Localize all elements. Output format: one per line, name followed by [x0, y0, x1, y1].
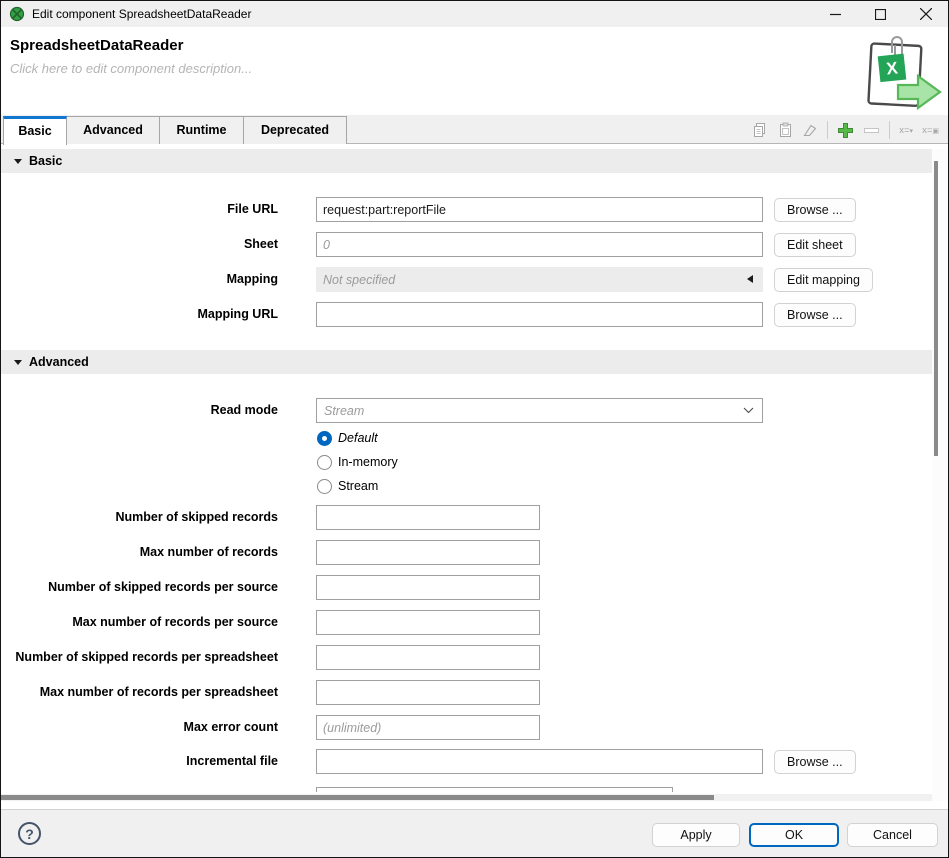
tab-runtime[interactable]: Runtime — [159, 116, 244, 144]
dialog-window: Edit component SpreadsheetDataReader Spr… — [0, 0, 949, 858]
mapping-url-label: Mapping URL — [1, 302, 278, 327]
mapping-label: Mapping — [1, 267, 278, 292]
radio-default-label: Default — [338, 431, 378, 445]
vertical-scrollbar[interactable] — [932, 149, 948, 801]
max-per-spreadsheet-input[interactable] — [316, 680, 540, 705]
ok-button[interactable]: OK — [749, 823, 839, 847]
component-description-placeholder[interactable]: Click here to edit component description… — [10, 61, 252, 76]
collapse-arrow-icon — [14, 360, 22, 365]
skipped-records-input[interactable] — [316, 505, 540, 530]
read-mode-select[interactable]: Stream — [316, 398, 763, 423]
apply-button[interactable]: Apply — [652, 823, 740, 847]
toolbar-separator — [827, 121, 828, 139]
component-icon — [9, 6, 25, 22]
minimize-icon — [830, 9, 841, 20]
incremental-file-input[interactable] — [316, 749, 763, 774]
vertical-scrollbar-thumb[interactable] — [934, 161, 938, 456]
read-mode-value: Stream — [317, 404, 743, 418]
remove-icon[interactable] — [863, 122, 880, 139]
skipped-per-spreadsheet-label: Number of skipped records per spreadshee… — [1, 645, 278, 670]
copy-icon[interactable] — [752, 122, 768, 138]
toolbar-separator — [889, 121, 890, 139]
radio-in-memory-label: In-memory — [338, 455, 398, 469]
skipped-per-source-input[interactable] — [316, 575, 540, 600]
radio-default[interactable] — [317, 431, 332, 446]
skipped-records-label: Number of skipped records — [1, 505, 278, 530]
skipped-per-spreadsheet-input[interactable] — [316, 645, 540, 670]
max-per-source-label: Max number of records per source — [1, 610, 278, 635]
tab-bar: Basic Advanced Runtime Deprecated — [1, 115, 948, 144]
mapping-url-input[interactable] — [316, 302, 763, 327]
window-title: Edit component SpreadsheetDataReader — [32, 1, 251, 27]
section-basic-header[interactable]: Basic — [1, 149, 932, 173]
file-url-input[interactable] — [316, 197, 763, 222]
help-icon: ? — [25, 826, 34, 842]
max-records-label: Max number of records — [1, 540, 278, 565]
read-mode-label: Read mode — [1, 398, 278, 423]
assign-value-dialog-icon[interactable]: x=▣ — [922, 125, 939, 136]
skipped-per-source-label: Number of skipped records per source — [1, 575, 278, 600]
max-per-spreadsheet-label: Max number of records per spreadsheet — [1, 680, 278, 705]
tab-runtime-label: Runtime — [177, 123, 227, 137]
edit-mapping-button[interactable]: Edit mapping — [774, 268, 873, 292]
radio-stream-label: Stream — [338, 479, 378, 493]
cancel-button[interactable]: Cancel — [847, 823, 938, 847]
read-mode-option-default[interactable]: Default — [317, 430, 378, 446]
read-mode-option-stream[interactable]: Stream — [317, 478, 378, 494]
tab-deprecated[interactable]: Deprecated — [243, 116, 347, 144]
section-basic-title: Basic — [29, 154, 62, 168]
maximize-icon — [875, 9, 886, 20]
eraser-icon[interactable] — [802, 122, 818, 138]
file-url-browse-button[interactable]: Browse ... — [774, 198, 856, 222]
help-button[interactable]: ? — [18, 822, 41, 845]
incremental-file-browse-button[interactable]: Browse ... — [774, 750, 856, 774]
minimize-button[interactable] — [813, 1, 858, 27]
tab-basic-label: Basic — [18, 124, 51, 138]
maximize-button[interactable] — [858, 1, 903, 27]
edit-sheet-button[interactable]: Edit sheet — [774, 233, 856, 257]
mapping-placeholder: Not specified — [316, 273, 395, 287]
properties-toolbar: x=▾ x=▣ — [752, 119, 939, 141]
assign-value-icon[interactable]: x=▾ — [899, 125, 913, 136]
chevron-down-icon — [743, 407, 754, 414]
radio-stream[interactable] — [317, 479, 332, 494]
file-url-label: File URL — [1, 197, 278, 222]
read-mode-option-in-memory[interactable]: In-memory — [317, 454, 398, 470]
page-title: SpreadsheetDataReader — [10, 37, 183, 54]
add-icon[interactable] — [837, 122, 854, 139]
max-per-source-input[interactable] — [316, 610, 540, 635]
title-bar: Edit component SpreadsheetDataReader — [1, 1, 948, 27]
horizontal-scrollbar-thumb[interactable] — [1, 795, 714, 800]
sheet-label: Sheet — [1, 232, 278, 257]
horizontal-scrollbar[interactable] — [1, 794, 932, 801]
collapse-arrow-icon — [14, 159, 22, 164]
paste-icon[interactable] — [777, 122, 793, 138]
close-button[interactable] — [903, 1, 948, 27]
section-advanced-title: Advanced — [29, 355, 89, 369]
mapping-field[interactable]: Not specified — [316, 267, 763, 292]
max-error-count-input[interactable] — [316, 715, 540, 740]
spreadsheet-reader-icon: X — [846, 35, 944, 111]
radio-in-memory[interactable] — [317, 455, 332, 470]
tab-advanced-label: Advanced — [83, 123, 143, 137]
tab-advanced[interactable]: Advanced — [66, 116, 160, 144]
tab-deprecated-label: Deprecated — [261, 123, 329, 137]
clipped-next-field — [316, 787, 673, 792]
mapping-url-browse-button[interactable]: Browse ... — [774, 303, 856, 327]
max-records-input[interactable] — [316, 540, 540, 565]
collapse-left-icon[interactable] — [747, 275, 753, 283]
max-error-count-label: Max error count — [1, 715, 278, 740]
incremental-file-label: Incremental file — [1, 749, 278, 774]
tab-basic[interactable]: Basic — [3, 116, 67, 145]
section-advanced-header[interactable]: Advanced — [1, 350, 932, 374]
close-icon — [920, 8, 932, 20]
sheet-input[interactable] — [316, 232, 763, 257]
